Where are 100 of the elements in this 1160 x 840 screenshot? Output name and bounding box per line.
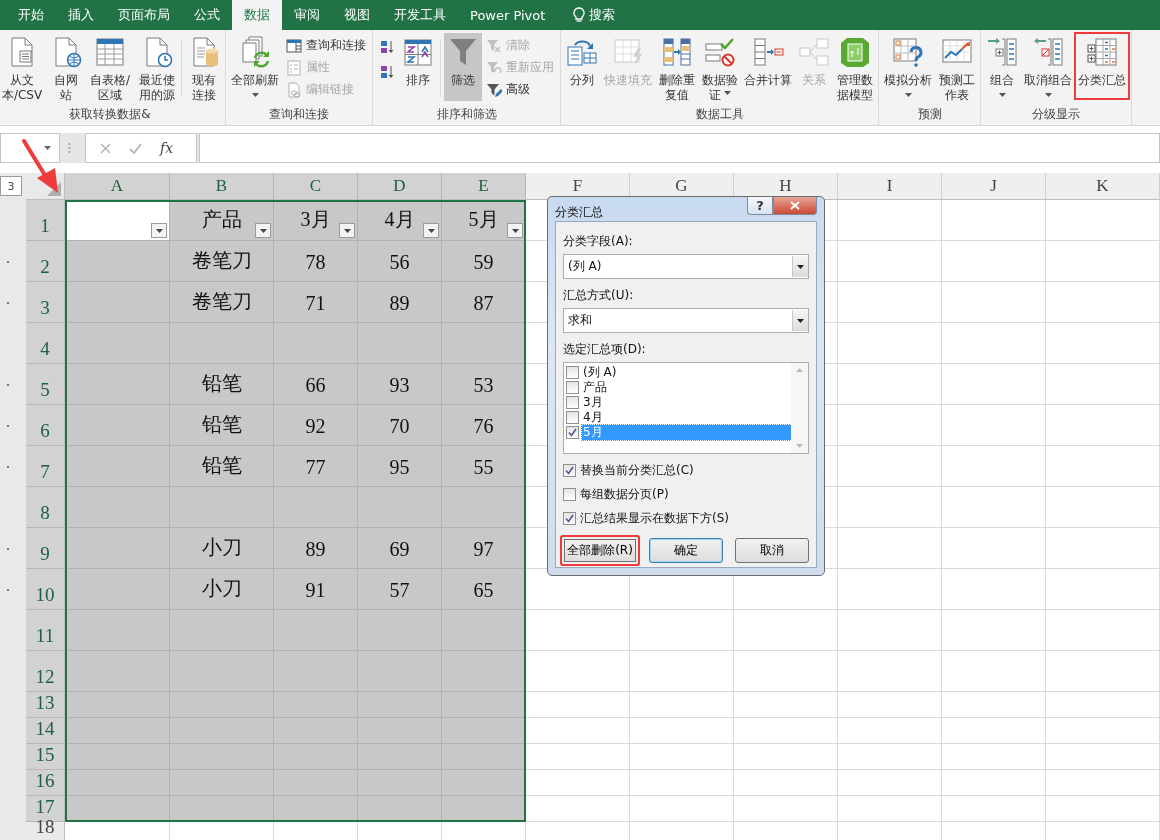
ribbon-button[interactable]: 删除重复值 bbox=[655, 33, 698, 101]
table-cell: 97 bbox=[442, 528, 526, 569]
name-box[interactable] bbox=[0, 133, 60, 163]
caret-icon bbox=[251, 93, 259, 97]
ribbon-button[interactable]: 分列 bbox=[563, 33, 601, 101]
column-header[interactable]: B bbox=[170, 173, 274, 200]
ribbon-button[interactable]: 自网站 bbox=[47, 33, 85, 101]
row-header[interactable]: 18 bbox=[26, 822, 65, 840]
table-cell: 92 bbox=[274, 405, 358, 446]
row-header[interactable]: 9 bbox=[26, 528, 65, 569]
ribbon-button[interactable]: 预测工作表 bbox=[935, 33, 978, 101]
list-item[interactable]: 4月 bbox=[564, 410, 791, 425]
row-header[interactable]: 11 bbox=[26, 610, 65, 651]
ribbon-button[interactable]: 合并计算 bbox=[741, 33, 795, 101]
dropdown-button[interactable] bbox=[792, 256, 808, 277]
ribbon-button[interactable]: 管理数据模型 bbox=[833, 33, 876, 101]
filter-button[interactable] bbox=[339, 223, 355, 238]
checkbox[interactable] bbox=[566, 396, 579, 409]
outline-level-button[interactable]: 3 bbox=[0, 176, 22, 196]
remove-duplicates-icon bbox=[660, 36, 693, 68]
checkbox[interactable] bbox=[563, 512, 576, 525]
select-field[interactable]: 求和 bbox=[563, 308, 809, 333]
search-button[interactable]: 搜索 bbox=[557, 0, 628, 30]
checkbox[interactable] bbox=[566, 366, 579, 379]
checkbox-label: 汇总结果显示在数据下方(S) bbox=[580, 510, 729, 527]
row-header[interactable]: 15 bbox=[26, 744, 65, 770]
ungroup-icon bbox=[1032, 36, 1064, 68]
table-cell: 77 bbox=[274, 446, 358, 487]
dialog-button[interactable]: 确定 bbox=[649, 538, 723, 563]
ribbon-tab[interactable]: 审阅 bbox=[282, 0, 332, 30]
ribbon-tab[interactable]: 开始 bbox=[6, 0, 56, 30]
column-header[interactable]: A bbox=[65, 173, 170, 200]
filter-button[interactable] bbox=[255, 223, 271, 238]
ribbon-button[interactable]: 查询和连接 bbox=[284, 36, 368, 55]
row-header[interactable]: 2 bbox=[26, 241, 65, 282]
ribbon-button[interactable]: 从文本/CSV bbox=[0, 33, 47, 101]
column-header[interactable]: E bbox=[442, 173, 526, 200]
filter-button[interactable] bbox=[423, 223, 439, 238]
column-header[interactable]: K bbox=[1046, 173, 1160, 200]
row-header[interactable]: 12 bbox=[26, 651, 65, 692]
row-header[interactable]: 5 bbox=[26, 364, 65, 405]
sort-ascending-icon bbox=[379, 39, 395, 55]
ribbon-button[interactable]: 组合 bbox=[983, 33, 1021, 101]
caret-icon bbox=[797, 264, 804, 269]
ribbon-tab[interactable]: Power Pivot bbox=[458, 0, 558, 30]
checkbox[interactable] bbox=[563, 488, 576, 501]
checkbox[interactable] bbox=[566, 381, 579, 394]
row-header[interactable]: 4 bbox=[26, 323, 65, 364]
table-cell: 87 bbox=[442, 282, 526, 323]
row-header[interactable]: 16 bbox=[26, 770, 65, 796]
checkbox[interactable] bbox=[566, 426, 579, 439]
ribbon-button[interactable]: 最近使用的源 bbox=[135, 33, 178, 101]
list-item[interactable]: (列 A) bbox=[564, 365, 791, 380]
scroll-down-icon bbox=[796, 444, 803, 448]
filter-button[interactable] bbox=[151, 223, 167, 238]
ribbon-button[interactable]: 现有连接 bbox=[185, 33, 223, 101]
dialog-button[interactable]: 全部删除(R) bbox=[560, 535, 640, 566]
dropdown-button[interactable] bbox=[792, 310, 808, 331]
row-header[interactable]: 8 bbox=[26, 487, 65, 528]
ribbon-button[interactable]: 筛选 bbox=[444, 33, 482, 101]
row-header[interactable]: 14 bbox=[26, 718, 65, 744]
column-header[interactable]: I bbox=[838, 173, 942, 200]
ribbon-button[interactable]: 数据验证 bbox=[698, 33, 741, 101]
row-header[interactable]: 6 bbox=[26, 405, 65, 446]
ribbon-button[interactable]: 排序 bbox=[399, 33, 437, 101]
list-item[interactable]: 产品 bbox=[564, 380, 791, 395]
ribbon-button[interactable]: 全部刷新 bbox=[228, 33, 282, 101]
table-cell: 小刀 bbox=[170, 528, 274, 569]
list-item[interactable]: 3月 bbox=[564, 395, 791, 410]
ribbon-tab[interactable]: 页面布局 bbox=[106, 0, 182, 30]
column-header[interactable]: C bbox=[274, 173, 358, 200]
ribbon-button[interactable]: 高级 bbox=[484, 80, 556, 99]
checkbox[interactable] bbox=[566, 411, 579, 424]
ribbon-tab[interactable]: 公式 bbox=[182, 0, 232, 30]
table-cell: 小刀 bbox=[170, 569, 274, 610]
close-button[interactable] bbox=[773, 197, 817, 215]
row-header[interactable]: 10 bbox=[26, 569, 65, 610]
ribbon-tab[interactable]: 视图 bbox=[332, 0, 382, 30]
ribbon-button[interactable]: 分类汇总 bbox=[1075, 33, 1129, 99]
help-button[interactable]: ? bbox=[747, 197, 773, 215]
ribbon-button[interactable]: 自表格/区域 bbox=[85, 33, 135, 101]
row-header[interactable]: 7 bbox=[26, 446, 65, 487]
caret-icon bbox=[511, 228, 519, 233]
formula-input[interactable] bbox=[199, 133, 1160, 163]
dialog-button[interactable]: 取消 bbox=[735, 538, 809, 563]
ribbon-button[interactable]: 模拟分析 bbox=[881, 33, 935, 101]
filter-button[interactable] bbox=[507, 223, 523, 238]
row-header[interactable]: 13 bbox=[26, 692, 65, 718]
insert-function-button[interactable]: fx bbox=[160, 140, 174, 156]
select-field[interactable]: (列 A) bbox=[563, 254, 809, 279]
row-header[interactable]: 1 bbox=[26, 200, 65, 241]
ribbon-tab[interactable]: 开发工具 bbox=[382, 0, 458, 30]
ribbon-tab[interactable]: 数据 bbox=[232, 0, 282, 30]
column-header[interactable]: D bbox=[358, 173, 442, 200]
table-cell: 78 bbox=[274, 241, 358, 282]
ribbon-button[interactable]: 取消组合 bbox=[1021, 33, 1075, 101]
checkbox[interactable] bbox=[563, 464, 576, 477]
ribbon-tab[interactable]: 插入 bbox=[56, 0, 106, 30]
row-header[interactable]: 3 bbox=[26, 282, 65, 323]
column-header[interactable]: J bbox=[942, 173, 1046, 200]
